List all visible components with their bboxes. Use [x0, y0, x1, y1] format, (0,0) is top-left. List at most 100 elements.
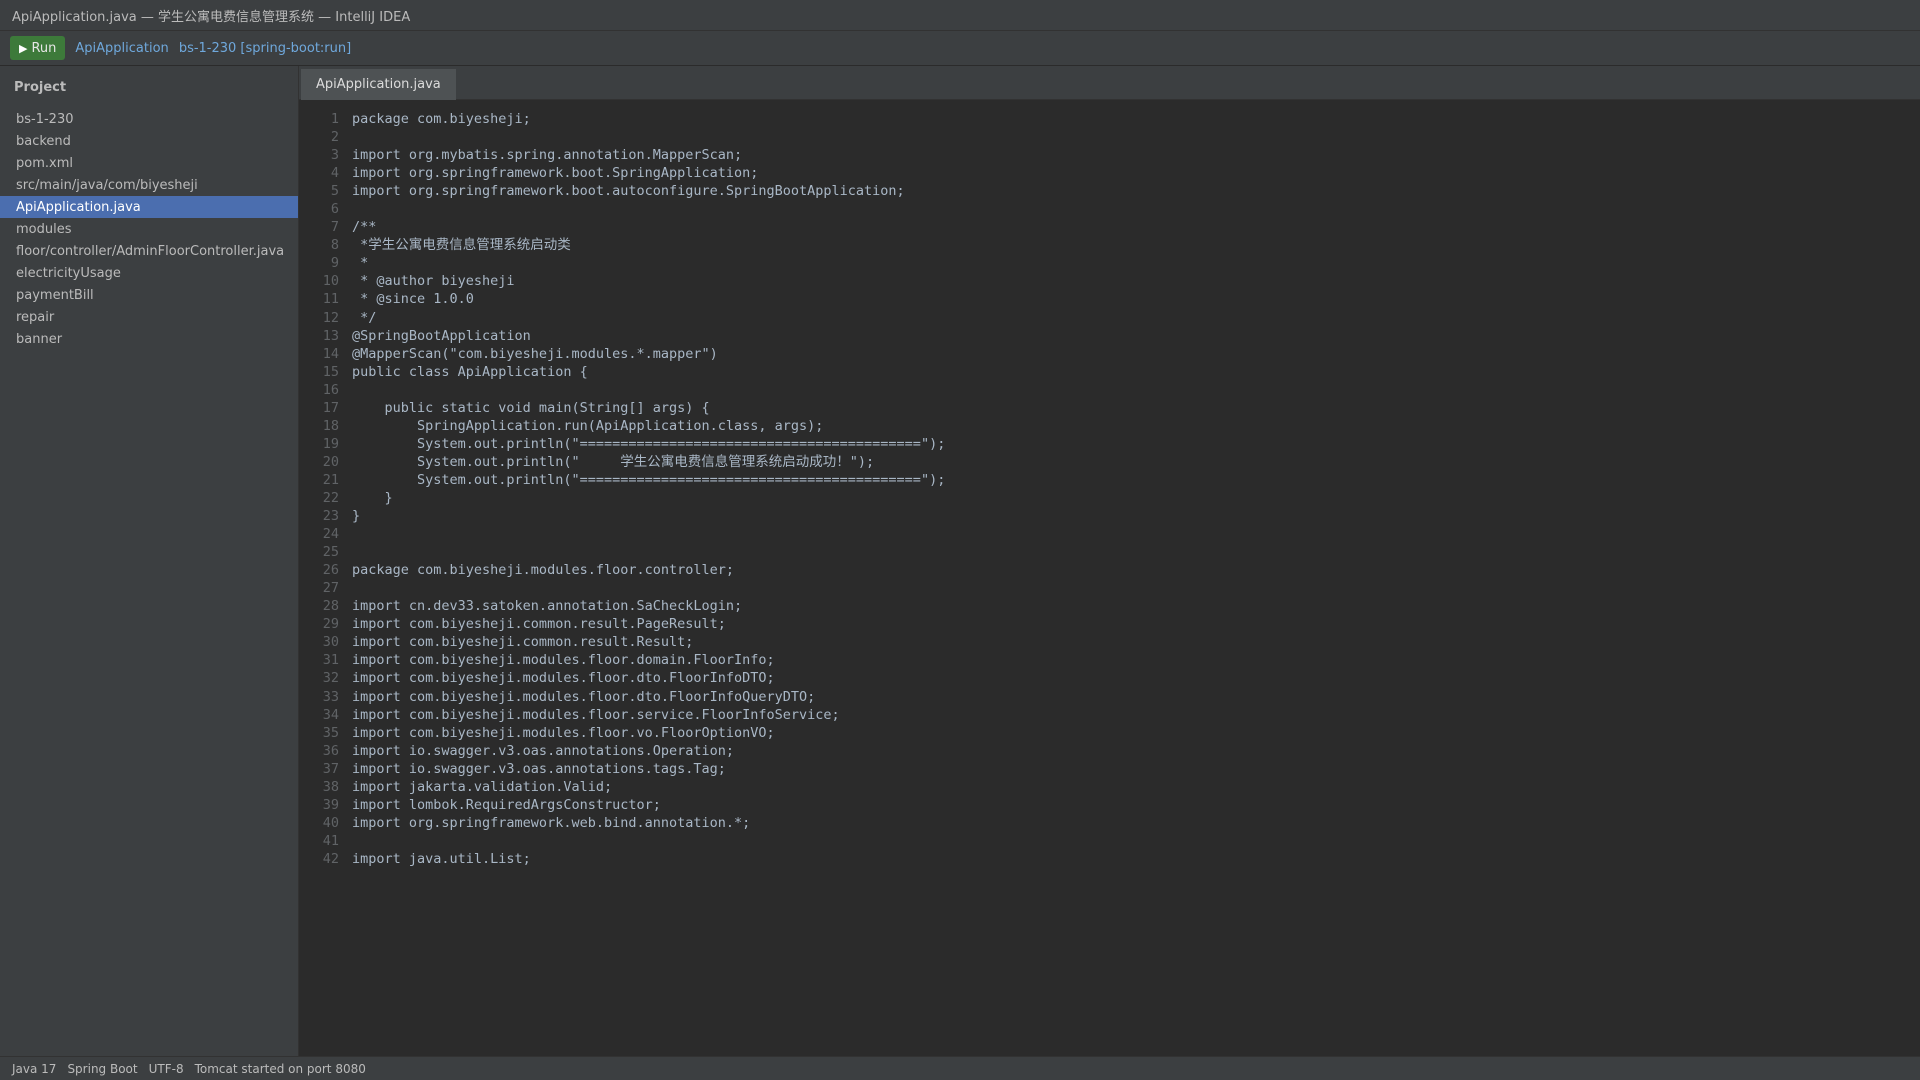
line-number: 17: [322, 399, 339, 416]
project-tree-item[interactable]: repair: [0, 306, 298, 328]
code-line-text: import com.biyesheji.modules.floor.vo.Fl…: [352, 724, 775, 741]
code-line-text: import cn.dev33.satoken.annotation.SaChe…: [352, 598, 743, 615]
code-line: 6: [299, 200, 945, 218]
code-line: 21 System.out.println("=================…: [299, 471, 946, 489]
code-line: 19 System.out.println("=================…: [299, 435, 946, 453]
line-number: 22: [322, 489, 339, 506]
code-line: 12 */: [299, 309, 945, 327]
code-line: 35 import com.biyesheji.modules.floor.vo.…: [299, 724, 945, 742]
project-tree-item[interactable]: paymentBill: [0, 284, 298, 306]
run-button-label: Run: [31, 40, 57, 56]
code-line: 3 import org.mybatis.spring.annotation.Ma…: [299, 146, 945, 164]
project-tree-item[interactable]: ApiApplication.java: [0, 196, 298, 218]
code-line-text: }: [352, 508, 361, 525]
line-number: 15: [322, 363, 339, 380]
line-number: 42: [322, 850, 339, 867]
project-tree-item[interactable]: modules: [0, 218, 298, 240]
code-line: 31 import com.biyesheji.modules.floor.dom…: [299, 651, 945, 669]
code-line-text: import org.mybatis.spring.annotation.Map…: [352, 147, 743, 164]
line-number: 33: [322, 688, 339, 705]
line-number: 7: [330, 219, 339, 236]
line-number: 5: [330, 183, 339, 200]
code-editor[interactable]: 1 package com.biyesheji; 2 3 import org.myba…: [299, 100, 1920, 1056]
project-tree-item[interactable]: banner: [0, 328, 298, 350]
code-line-text: @MapperScan("com.biyesheji.modules.*.map…: [352, 345, 718, 362]
project-tree-item[interactable]: pom.xml: [0, 152, 298, 174]
code-line: 11 * @since 1.0.0: [299, 290, 945, 308]
status-item: UTF-8: [148, 1061, 184, 1076]
line-number: 26: [322, 562, 339, 579]
tab-apiapplication-java[interactable]: ApiApplication.java: [301, 69, 456, 100]
code-line-text: System.out.println("====================…: [352, 471, 946, 488]
code-line-text: System.out.println("====================…: [352, 435, 946, 452]
project-tree-item[interactable]: bs-1-230: [0, 108, 298, 130]
line-number: 29: [322, 616, 339, 633]
code-line-text: public class ApiApplication {: [352, 363, 588, 380]
line-number: 14: [322, 345, 339, 362]
code-line: 5 import org.springframework.boot.autocon…: [299, 182, 945, 200]
code-lines: 1 package com.biyesheji; 2 3 import org.myba…: [299, 110, 946, 868]
line-number: 11: [322, 291, 339, 308]
line-number: 30: [322, 634, 339, 651]
code-line: 14 @MapperScan("com.biyesheji.modules.*.m…: [299, 345, 945, 363]
run-config-name[interactable]: ApiApplication: [75, 41, 168, 56]
code-line: 33 import com.biyesheji.modules.floor.dto…: [299, 688, 945, 706]
code-line: 30 import com.biyesheji.common.result.Res…: [299, 633, 945, 651]
code-line: 26 package com.biyesheji.modules.floor.co…: [299, 561, 945, 579]
line-number: 28: [322, 598, 339, 615]
project-panel: Project bs-1-230 backend pom.xml src/main/j…: [0, 66, 299, 1056]
project-tree-item[interactable]: electricityUsage: [0, 262, 298, 284]
line-number: 8: [330, 237, 339, 254]
line-number: 25: [322, 544, 339, 561]
line-number: 16: [322, 381, 339, 398]
code-line: 20 System.out.println(" 学生公寓电费信息管理系统启动成功…: [299, 453, 945, 471]
code-line: 32 import com.biyesheji.modules.floor.dto…: [299, 669, 945, 687]
code-line-text: import org.springframework.boot.autoconf…: [352, 183, 905, 200]
status-bar: Java 17 Spring Boot UTF-8 Tomcat started on…: [0, 1056, 1920, 1080]
editor-tab-bar: ApiApplication.java: [299, 66, 1920, 100]
code-line: 36 import io.swagger.v3.oas.annotations.O…: [299, 742, 945, 760]
line-number: 21: [322, 471, 339, 488]
code-line: 8 *学生公寓电费信息管理系统启动类: [299, 236, 945, 254]
line-number: 20: [322, 453, 339, 470]
project-tree-item[interactable]: backend: [0, 130, 298, 152]
project-panel-title: Project: [14, 79, 67, 95]
code-line-text: package com.biyesheji;: [352, 111, 531, 127]
run-button[interactable]: ▶ Run: [10, 36, 66, 60]
play-icon: ▶: [19, 41, 28, 55]
code-line: 13 @SpringBootApplication: [299, 327, 945, 345]
code-line-text: */: [352, 309, 377, 326]
project-tree-item[interactable]: floor/controller/AdminFloorController.ja…: [0, 240, 298, 262]
code-line-text: import lombok.RequiredArgsConstructor;: [352, 796, 661, 813]
project-tree-item[interactable]: src/main/java/com/biyesheji: [0, 174, 298, 196]
code-line-text: import org.springframework.boot.SpringAp…: [352, 165, 759, 182]
line-number: 35: [322, 724, 339, 741]
line-number: 24: [322, 526, 339, 543]
line-number: 39: [322, 796, 339, 813]
code-line: 37 import io.swagger.v3.oas.annotations.t…: [299, 760, 945, 778]
code-line-text: import jakarta.validation.Valid;: [352, 778, 613, 795]
line-number: 6: [330, 201, 339, 218]
code-line-text: import com.biyesheji.modules.floor.domai…: [352, 652, 775, 669]
code-line-text: import org.springframework.web.bind.anno…: [352, 814, 751, 831]
code-line-text: * @since 1.0.0: [352, 291, 474, 308]
line-number: 34: [322, 706, 339, 723]
code-line-text: *: [352, 255, 369, 272]
line-number: 37: [322, 760, 339, 777]
code-line: 42 import java.util.List;: [299, 850, 945, 868]
code-line: 1 package com.biyesheji;: [299, 110, 945, 128]
line-number: 19: [322, 435, 339, 452]
code-line: 22 }: [299, 489, 945, 507]
line-number: 41: [322, 832, 339, 849]
code-line-text: import io.swagger.v3.oas.annotations.tag…: [352, 760, 726, 777]
code-line-text: public static void main(String[] args) {: [352, 399, 710, 416]
code-line: 28 import cn.dev33.satoken.annotation.SaC…: [299, 597, 945, 615]
code-line-text: import com.biyesheji.modules.floor.servi…: [352, 706, 840, 723]
code-line: 34 import com.biyesheji.modules.floor.ser…: [299, 706, 945, 724]
code-line: 39 import lombok.RequiredArgsConstructor;: [299, 796, 945, 814]
code-line: 27: [299, 579, 945, 597]
run-config-target[interactable]: bs-1-230 [spring-boot:run]: [179, 41, 351, 56]
line-number: 9: [330, 255, 339, 272]
code-line-text: import com.biyesheji.modules.floor.dto.F…: [352, 688, 816, 705]
code-line-text: import com.biyesheji.common.result.Resul…: [352, 634, 694, 651]
